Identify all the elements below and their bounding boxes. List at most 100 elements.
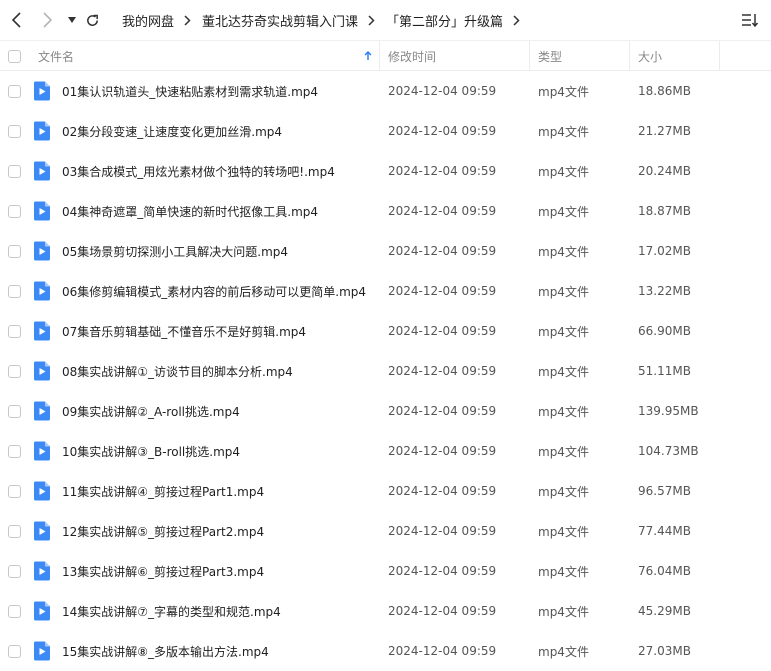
file-modified-time: 2024-12-04 09:59 [388, 564, 497, 578]
file-name[interactable]: 15集实战讲解⑧_多版本输出方法.mp4 [62, 631, 269, 671]
column-header-name-label: 文件名 [38, 49, 75, 64]
file-row[interactable]: 15集实战讲解⑧_多版本输出方法.mp4 2024-12-04 09:59 mp4文… [0, 631, 771, 671]
file-row-checkbox[interactable] [8, 244, 21, 258]
file-row-checkbox[interactable] [8, 564, 21, 578]
file-size: 96.57MB [638, 484, 691, 498]
video-file-icon [33, 591, 51, 631]
file-name[interactable]: 09集实战讲解②_A-roll挑选.mp4 [62, 391, 240, 431]
refresh-button[interactable] [82, 10, 102, 30]
toolbar: 我的网盘 董北达芬奇实战剪辑入门课 「第二部分」升级篇 [0, 0, 771, 40]
file-modified-time: 2024-12-04 09:59 [388, 204, 497, 218]
file-row-checkbox-cell [8, 471, 21, 511]
file-name[interactable]: 01集认识轨道头_快速粘贴素材到需求轨道.mp4 [62, 71, 318, 111]
breadcrumb-item-course[interactable]: 董北达芬奇实战剪辑入门课 [202, 11, 358, 30]
file-modified-time: 2024-12-04 09:59 [388, 244, 497, 258]
file-name[interactable]: 14集实战讲解⑦_字幕的类型和规范.mp4 [62, 591, 281, 631]
file-size: 18.86MB [638, 84, 691, 98]
file-type: mp4文件 [538, 444, 589, 459]
column-divider [629, 41, 630, 71]
file-row-checkbox-cell [8, 551, 21, 591]
file-row[interactable]: 08集实战讲解①_访谈节目的脚本分析.mp4 2024-12-04 09:59 mp… [0, 351, 771, 391]
video-file-icon [33, 551, 51, 591]
caret-down-icon [68, 17, 76, 23]
file-row[interactable]: 04集神奇遮罩_简单快速的新时代抠像工具.mp4 2024-12-04 09:59… [0, 191, 771, 231]
file-row-checkbox[interactable] [8, 644, 21, 658]
file-name[interactable]: 04集神奇遮罩_简单快速的新时代抠像工具.mp4 [62, 191, 318, 231]
file-name[interactable]: 02集分段变速_让速度变化更加丝滑.mp4 [62, 111, 282, 151]
file-name[interactable]: 10集实战讲解③_B-roll挑选.mp4 [62, 431, 240, 471]
file-row-checkbox[interactable] [8, 124, 21, 138]
file-row-checkbox[interactable] [8, 364, 21, 378]
chevron-right-icon [43, 12, 53, 28]
back-button[interactable] [7, 10, 27, 30]
file-name[interactable]: 12集实战讲解⑤_剪接过程Part2.mp4 [62, 511, 264, 551]
select-all-checkbox[interactable] [8, 49, 21, 63]
file-row[interactable]: 10集实战讲解③_B-roll挑选.mp4 2024-12-04 09:59 mp4… [0, 431, 771, 471]
file-name[interactable]: 07集音乐剪辑基础_不懂音乐不是好剪辑.mp4 [62, 311, 306, 351]
file-row-checkbox-cell [8, 151, 21, 191]
file-row-checkbox[interactable] [8, 444, 21, 458]
sort-ascending-arrow-icon [364, 51, 372, 60]
file-row[interactable]: 14集实战讲解⑦_字幕的类型和规范.mp4 2024-12-04 09:59 mp4… [0, 591, 771, 631]
video-file-icon [33, 111, 51, 151]
file-row[interactable]: 09集实战讲解②_A-roll挑选.mp4 2024-12-04 09:59 mp4… [0, 391, 771, 431]
breadcrumb-item-current[interactable]: 「第二部分」升级篇 [386, 11, 503, 30]
video-file-icon [33, 271, 51, 311]
file-row-checkbox[interactable] [8, 524, 21, 538]
file-modified-time: 2024-12-04 09:59 [388, 284, 497, 298]
file-row[interactable]: 03集合成模式_用炫光素材做个独特的转场吧!.mp4 2024-12-04 09:… [0, 151, 771, 191]
file-row-checkbox[interactable] [8, 404, 21, 418]
file-row[interactable]: 05集场景剪切探测小工具解决大问题.mp4 2024-12-04 09:59 mp4… [0, 231, 771, 271]
file-row-checkbox[interactable] [8, 204, 21, 218]
sort-menu-button[interactable] [741, 12, 759, 28]
chevron-left-icon [11, 12, 21, 28]
file-type: mp4文件 [538, 364, 589, 379]
video-file-icon [33, 191, 51, 231]
forward-button[interactable] [37, 10, 57, 30]
column-header-modified[interactable]: 修改时间 [388, 41, 436, 71]
breadcrumb-item-root[interactable]: 我的网盘 [122, 11, 174, 30]
file-row[interactable]: 13集实战讲解⑥_剪接过程Part3.mp4 2024-12-04 09:59 mp… [0, 551, 771, 591]
file-row-checkbox[interactable] [8, 84, 21, 98]
file-row-checkbox-cell [8, 191, 21, 231]
file-row-checkbox[interactable] [8, 604, 21, 618]
file-row[interactable]: 11集实战讲解④_剪接过程Part1.mp4 2024-12-04 09:59 mp… [0, 471, 771, 511]
file-row[interactable]: 06集修剪编辑模式_素材内容的前后移动可以更简单.mp4 2024-12-04 0… [0, 271, 771, 311]
column-header-type-label: 类型 [538, 49, 563, 64]
column-header-size[interactable]: 大小 [638, 41, 662, 71]
file-modified-time: 2024-12-04 09:59 [388, 524, 497, 538]
file-modified-time: 2024-12-04 09:59 [388, 444, 497, 458]
file-row[interactable]: 02集分段变速_让速度变化更加丝滑.mp4 2024-12-04 09:59 mp4… [0, 111, 771, 151]
file-row-checkbox[interactable] [8, 284, 21, 298]
file-size: 66.90MB [638, 324, 691, 338]
column-divider [379, 41, 380, 71]
file-size: 77.44MB [638, 524, 691, 538]
video-file-icon [33, 231, 51, 271]
file-type: mp4文件 [538, 404, 589, 419]
file-row-checkbox[interactable] [8, 164, 21, 178]
file-name[interactable]: 03集合成模式_用炫光素材做个独特的转场吧!.mp4 [62, 151, 335, 191]
video-file-icon [33, 351, 51, 391]
column-header-size-label: 大小 [638, 49, 663, 64]
file-row-checkbox[interactable] [8, 484, 21, 498]
file-row-checkbox-cell [8, 111, 21, 151]
file-modified-time: 2024-12-04 09:59 [388, 644, 497, 658]
file-row-checkbox-cell [8, 271, 21, 311]
file-name[interactable]: 13集实战讲解⑥_剪接过程Part3.mp4 [62, 551, 264, 591]
column-header-name[interactable]: 文件名 [38, 41, 378, 71]
column-header-type[interactable]: 类型 [538, 41, 562, 71]
file-name[interactable]: 06集修剪编辑模式_素材内容的前后移动可以更简单.mp4 [62, 271, 366, 311]
file-row[interactable]: 01集认识轨道头_快速粘贴素材到需求轨道.mp4 2024-12-04 09:59… [0, 71, 771, 111]
file-size: 45.29MB [638, 604, 691, 618]
file-name[interactable]: 08集实战讲解①_访谈节目的脚本分析.mp4 [62, 351, 293, 391]
file-name[interactable]: 11集实战讲解④_剪接过程Part1.mp4 [62, 471, 264, 511]
file-row[interactable]: 12集实战讲解⑤_剪接过程Part2.mp4 2024-12-04 09:59 mp… [0, 511, 771, 551]
video-file-icon [33, 311, 51, 351]
history-dropdown-button[interactable] [62, 10, 82, 30]
file-modified-time: 2024-12-04 09:59 [388, 124, 497, 138]
file-row-checkbox-cell [8, 591, 21, 631]
column-divider [529, 41, 530, 71]
file-name[interactable]: 05集场景剪切探测小工具解决大问题.mp4 [62, 231, 288, 271]
file-row-checkbox[interactable] [8, 324, 21, 338]
file-row[interactable]: 07集音乐剪辑基础_不懂音乐不是好剪辑.mp4 2024-12-04 09:59 m… [0, 311, 771, 351]
